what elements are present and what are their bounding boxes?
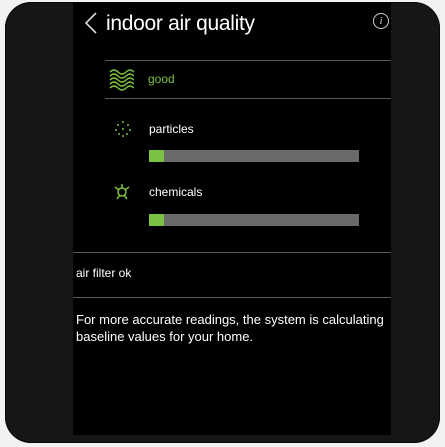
particles-level-bar: [149, 150, 359, 162]
chemicals-level-fill: [149, 214, 164, 226]
header: indoor air quality i: [73, 2, 391, 48]
metric-label-particles: particles: [149, 122, 194, 136]
chemicals-level-bar: [149, 214, 359, 226]
info-icon[interactable]: i: [373, 13, 389, 29]
divider: [73, 297, 391, 298]
divider: [105, 98, 391, 99]
air-quality-status: good: [148, 72, 175, 86]
particles-level-fill: [149, 150, 164, 162]
metric-label-chemicals: chemicals: [149, 185, 203, 199]
divider: [73, 252, 391, 253]
air-quality-row: good: [73, 60, 391, 98]
screen: indoor air quality i good particles chem…: [73, 2, 391, 435]
page-title: indoor air quality: [106, 12, 255, 35]
air-filter-status: air filter ok: [76, 266, 132, 280]
air-waves-icon: [109, 69, 134, 91]
particles-icon: [115, 121, 131, 137]
chemicals-icon: [114, 184, 130, 200]
baseline-note: For more accurate readings, the system i…: [76, 312, 384, 344]
back-chevron-icon[interactable]: [81, 10, 103, 36]
device-frame: indoor air quality i good particles chem…: [5, 2, 440, 443]
